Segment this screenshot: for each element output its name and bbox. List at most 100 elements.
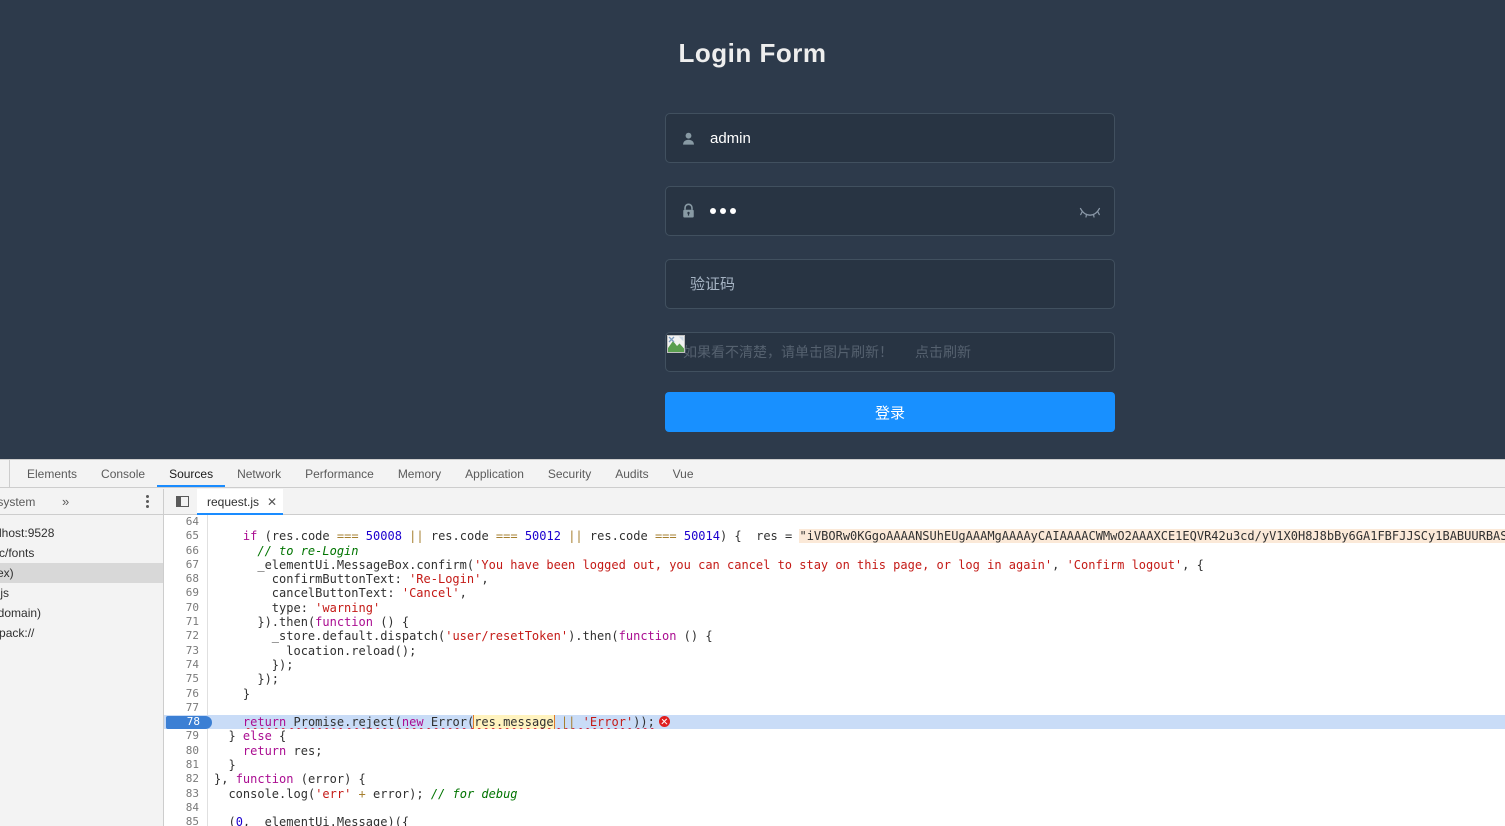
line-number[interactable]: 76: [164, 686, 208, 701]
line-number[interactable]: 79: [164, 729, 208, 744]
code-line-text: }, function (error) {: [214, 772, 366, 787]
login-submit-button[interactable]: 登录: [665, 392, 1115, 432]
code-line[interactable]: 73 location.reload();: [164, 643, 1505, 658]
devtools-tab-label: Application: [465, 466, 524, 481]
username-field[interactable]: admin: [665, 113, 1115, 163]
code-line-text: location.reload();: [286, 643, 417, 658]
line-number[interactable]: 64: [164, 515, 208, 530]
line-number[interactable]: 74: [164, 657, 208, 673]
line-number[interactable]: 77: [164, 700, 208, 716]
navigator-item[interactable]: app.js: [0, 583, 163, 603]
devtools-tab-elements[interactable]: Elements: [15, 460, 89, 487]
code-line-text: cancelButtonText: 'Cancel',: [271, 586, 467, 601]
code-line[interactable]: 80 return res;: [164, 743, 1505, 759]
line-number[interactable]: 65: [164, 529, 208, 544]
devtools-tab-memory[interactable]: Memory: [386, 460, 453, 487]
code-line[interactable]: 67 _elementUi.MessageBox.confirm('You ha…: [164, 557, 1505, 573]
captcha-refresh-link[interactable]: 点击刷新: [915, 342, 971, 362]
error-circle-icon[interactable]: [658, 716, 670, 728]
devtools-tab-network[interactable]: Network: [225, 460, 293, 487]
line-number[interactable]: 75: [164, 672, 208, 687]
line-number[interactable]: 68: [164, 572, 208, 587]
line-number[interactable]: 66: [164, 543, 208, 558]
captcha-input-placeholder: 验证码: [690, 275, 736, 293]
login-form: admin 验证码 如果看不清楚，请单击图片刷新！ 点击刷新 登录: [665, 113, 1115, 432]
code-line[interactable]: 83 console.log('err' + error); // for de…: [164, 786, 1505, 801]
line-number[interactable]: 80: [164, 743, 208, 759]
navigator-item[interactable]: webpack://: [0, 623, 163, 643]
line-number[interactable]: 69: [164, 586, 208, 601]
editor-tab-label: request.js: [207, 494, 260, 509]
captcha-input-field[interactable]: 验证码: [665, 259, 1115, 309]
sources-navigator-pane: Filesystem » localhost:9528 static/fonts (…: [0, 489, 164, 826]
code-line-text: type: 'warning': [271, 600, 381, 615]
code-line[interactable]: 70 type: 'warning': [164, 600, 1505, 616]
devtools-tab-label: Performance: [305, 466, 374, 481]
navigator-item-label: static/fonts: [0, 546, 35, 560]
devtools-tab-sources[interactable]: Sources: [157, 460, 225, 487]
code-line[interactable]: 85 (0, _elementUi.Message)({: [164, 815, 1505, 826]
eye-invisible-icon[interactable]: [1066, 205, 1114, 218]
code-line[interactable]: 84: [164, 800, 1505, 816]
devtools-panel: Elements Console Sources Network Performance…: [0, 459, 1505, 826]
line-number[interactable]: 81: [164, 758, 208, 773]
line-number[interactable]: 84: [164, 800, 208, 816]
close-icon[interactable]: ✕: [267, 495, 277, 509]
navigator-item[interactable]: (no domain): [0, 603, 163, 623]
devtools-tab-label: Audits: [615, 466, 649, 481]
line-number[interactable]: 83: [164, 786, 208, 801]
code-line[interactable]: 76 }: [164, 686, 1505, 701]
navigator-item[interactable]: static/fonts: [0, 543, 163, 563]
password-field[interactable]: [665, 186, 1115, 236]
captcha-image-row[interactable]: 如果看不清楚，请单击图片刷新！ 点击刷新: [665, 332, 1115, 372]
devtools-tab-security[interactable]: Security: [536, 460, 603, 487]
line-number[interactable]: 85: [164, 815, 208, 826]
devtools-tab-audits[interactable]: Audits: [603, 460, 660, 487]
source-editor-pane: request.js ✕ 64 65 if (res.code === 50008…: [164, 489, 1505, 826]
user-icon: [666, 131, 710, 146]
more-options-icon[interactable]: [146, 493, 149, 510]
code-line[interactable]: 71 }).then(function () {: [164, 615, 1505, 630]
devtools-tab-console[interactable]: Console: [89, 460, 157, 487]
line-number[interactable]: 72: [164, 629, 208, 644]
code-editor[interactable]: 64 65 if (res.code === 50008 || res.code …: [164, 515, 1505, 826]
line-number[interactable]: 73: [164, 643, 208, 658]
line-number[interactable]: 70: [164, 600, 208, 616]
line-number[interactable]: 82: [164, 772, 208, 787]
navigator-filesystem-tab[interactable]: Filesystem: [0, 495, 35, 509]
code-line[interactable]: 66 // to re-Login: [164, 543, 1505, 558]
chevron-double-right-icon[interactable]: »: [62, 494, 69, 509]
code-line-text: [208, 801, 1505, 815]
code-line-text: // to re-Login: [257, 543, 359, 558]
line-number[interactable]: 71: [164, 615, 208, 630]
code-line-text: }: [214, 686, 251, 701]
code-line[interactable]: 75 });: [164, 672, 1505, 687]
show-navigator-icon[interactable]: [176, 496, 189, 507]
broken-image-icon: [667, 335, 685, 353]
editor-tab-requestjs[interactable]: request.js ✕: [197, 489, 284, 515]
code-line[interactable]: 69 cancelButtonText: 'Cancel',: [164, 586, 1505, 601]
navigator-item[interactable]: (index): [0, 563, 163, 583]
navigator-item-label: webpack://: [0, 626, 35, 640]
devtools-tab-performance[interactable]: Performance: [293, 460, 386, 487]
devtools-tab-vue[interactable]: Vue: [661, 460, 706, 487]
devtools-tab-application[interactable]: Application: [453, 460, 536, 487]
code-line[interactable]: 78 return Promise.reject(new Error(res.m…: [164, 715, 1505, 730]
code-line[interactable]: 77: [164, 700, 1505, 716]
code-line[interactable]: 79 } else {: [164, 729, 1505, 744]
code-line[interactable]: 72 _store.default.dispatch('user/resetTo…: [164, 629, 1505, 644]
code-line[interactable]: 64: [164, 515, 1505, 530]
code-line[interactable]: 74 });: [164, 657, 1505, 673]
code-line[interactable]: 65 if (res.code === 50008 || res.code ==…: [164, 529, 1505, 544]
code-line[interactable]: 81 }: [164, 758, 1505, 773]
code-line[interactable]: 82 }, function (error) {: [164, 772, 1505, 787]
code-line-text: });: [214, 657, 294, 672]
line-number[interactable]: 67: [164, 557, 208, 573]
navigator-item-label: app.js: [0, 586, 10, 600]
code-line-text: [208, 515, 1505, 529]
code-line[interactable]: 68 confirmButtonText: 'Re-Login',: [164, 572, 1505, 587]
navigator-item[interactable]: localhost:9528: [0, 523, 163, 543]
code-line-text: });: [214, 672, 280, 687]
devtools-tab-label: Security: [547, 466, 592, 481]
line-number[interactable]: 78: [164, 715, 208, 729]
